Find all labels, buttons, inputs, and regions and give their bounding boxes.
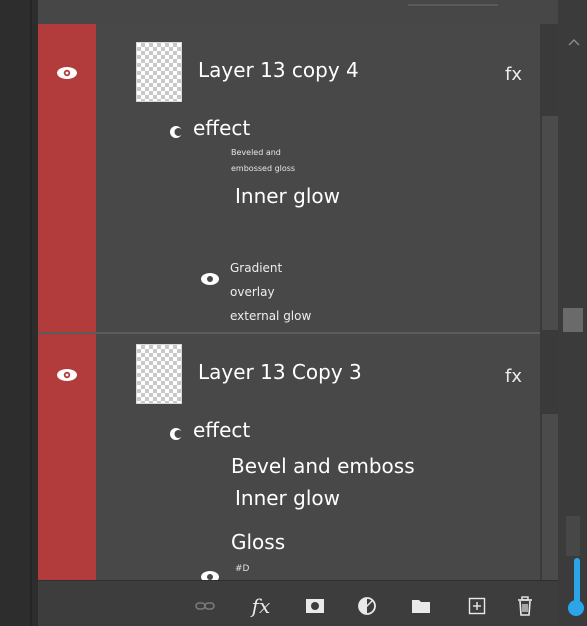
layer-scroll-region[interactable] [542,116,558,330]
link-layers-button[interactable] [194,595,216,617]
effect-item-inner-glow[interactable]: Inner glow [235,486,340,510]
left-edge-line [30,0,32,626]
eye-icon[interactable] [200,570,220,580]
effect-item-inner-glow[interactable]: Inner glow [235,184,340,208]
visibility-column[interactable] [38,334,96,580]
new-layer-button[interactable] [466,595,488,617]
layers-toolbar: fx [38,580,558,626]
effect-item-bevel-and-emboss[interactable]: Bevel and emboss [231,454,415,478]
folder-icon [412,600,430,613]
add-mask-button[interactable] [304,595,326,617]
delete-layer-button[interactable] [514,595,536,617]
effect-icon[interactable] [168,124,184,140]
link-icon [195,602,215,610]
mask-icon [306,599,324,613]
layer-row[interactable]: Layer 13 Copy 3 fx effect Bevel and embo… [38,334,558,580]
layer-row[interactable]: Layer 13 copy 4 fx effect Beveled and em… [38,24,558,332]
layers-panel: Layer 13 copy 4 fx effect Beveled and em… [0,0,587,626]
eye-icon[interactable] [56,66,78,80]
effect-item-embossed-gloss[interactable]: embossed gloss [231,164,295,174]
fx-icon: fx [251,594,271,618]
chevron-up-icon[interactable] [566,34,582,50]
effect-item-overlay[interactable]: overlay [230,282,275,302]
effects-label[interactable]: effect [193,116,250,140]
adjustment-layer-button[interactable] [356,595,378,617]
left-edge [0,0,38,626]
effect-item-partial[interactable]: #D [235,564,249,574]
fx-indicator[interactable]: fx [505,64,522,85]
layer-thumbnail[interactable] [136,344,182,404]
slider-handle[interactable] [568,600,584,616]
layer-scroll-region[interactable] [542,414,558,580]
slider-track [566,516,580,556]
effect-item-gradient[interactable]: Gradient [230,258,282,278]
layer-name[interactable]: Layer 13 Copy 3 [198,360,362,384]
scrollbar-thumb[interactable] [563,308,583,332]
effects-label[interactable]: effect [193,418,250,442]
layer-name[interactable]: Layer 13 copy 4 [198,58,359,82]
new-layer-icon [468,597,486,615]
effect-item-gloss[interactable]: Gloss [231,530,285,554]
layer-thumbnail[interactable] [136,42,182,102]
panel-header-strip [38,0,558,24]
adjustment-icon [358,597,376,615]
eye-icon[interactable] [56,368,78,382]
new-group-button[interactable] [410,595,432,617]
fx-indicator[interactable]: fx [505,366,522,387]
eye-icon[interactable] [200,272,220,286]
trash-icon [518,596,532,616]
effect-item-external-glow[interactable]: external glow [230,306,311,326]
effect-item-beveled[interactable]: Beveled and [231,148,281,158]
effect-icon[interactable] [168,426,184,442]
header-hint-line [408,4,498,6]
visibility-column[interactable] [38,24,96,332]
add-style-button[interactable]: fx [250,595,272,617]
